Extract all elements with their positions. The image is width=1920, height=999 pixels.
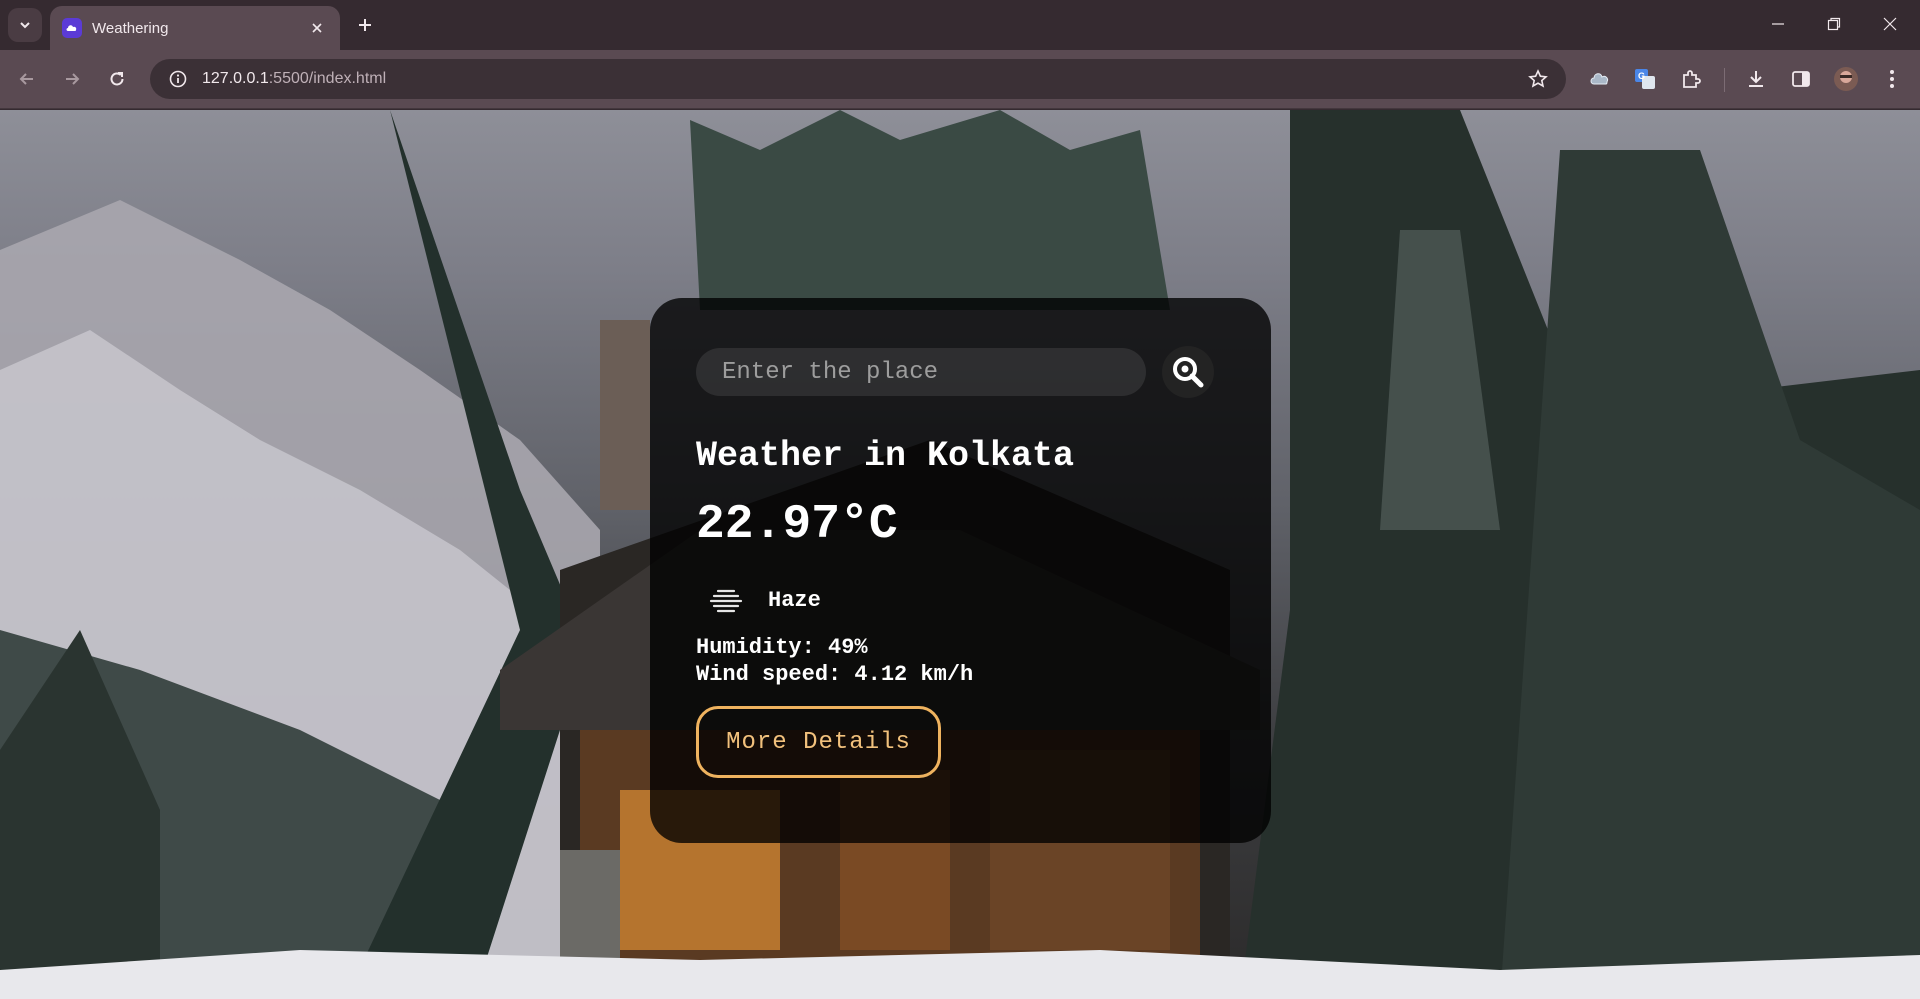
reload-button[interactable] (99, 61, 135, 97)
arrow-left-icon (19, 73, 33, 85)
forward-button[interactable] (54, 61, 90, 97)
search-row (696, 346, 1225, 398)
svg-text:G: G (1638, 71, 1645, 81)
downloads-button[interactable] (1741, 64, 1771, 94)
humidity: Humidity: 49% (696, 635, 868, 660)
side-panel-button[interactable] (1786, 64, 1816, 94)
chevron-down-icon (20, 22, 30, 29)
close-tab-button[interactable] (306, 17, 328, 39)
more-vertical-icon (1890, 70, 1894, 88)
translate-icon: G (1635, 69, 1655, 89)
reload-icon (110, 72, 124, 86)
address-bar[interactable]: 127.0.0.1:5500/index.html (150, 59, 1566, 99)
tab-search-button[interactable] (8, 8, 42, 42)
close-icon (312, 23, 322, 33)
tab-weathering[interactable]: Weathering (50, 6, 340, 50)
extension-translate-button[interactable]: G (1630, 64, 1660, 94)
avatar (1834, 67, 1858, 91)
arrow-right-icon (66, 73, 80, 85)
weather-condition: Haze (696, 578, 1225, 622)
city-heading: Weather in Kolkata (696, 436, 1075, 476)
tab-title: Weathering (92, 19, 169, 37)
temperature: 22.97°C (696, 498, 898, 552)
url-host: 127.0.0.1 (202, 70, 269, 87)
plus-icon (359, 19, 371, 31)
toolbar-separator (1724, 68, 1725, 92)
star-icon (1528, 69, 1548, 88)
site-info-icon[interactable] (164, 65, 192, 93)
url-text: 127.0.0.1:5500/index.html (202, 70, 386, 88)
weather-card: Weather in Kolkata 22.97°C Haze Humidity… (650, 298, 1271, 843)
wind-speed: Wind speed: 4.12 km/h (696, 662, 974, 687)
search-input[interactable] (696, 348, 1146, 396)
profile-button[interactable] (1831, 64, 1861, 94)
minimize-icon (1772, 23, 1784, 25)
weather-description: Haze (768, 587, 821, 613)
page-viewport: Weather in Kolkata 22.97°C Haze Humidity… (0, 110, 1920, 999)
restore-icon (1827, 17, 1841, 31)
magnifier-icon (1173, 357, 1204, 388)
restore-button[interactable] (1806, 0, 1862, 48)
more-details-button[interactable]: More Details (696, 706, 941, 778)
menu-button[interactable] (1877, 64, 1907, 94)
haze-icon (696, 578, 756, 622)
url-path: :5500/index.html (268, 70, 387, 87)
side-panel-icon (1792, 71, 1810, 87)
download-icon (1749, 71, 1763, 87)
extensions-button[interactable] (1676, 64, 1706, 94)
back-button[interactable] (9, 61, 45, 97)
tab-strip: Weathering (0, 0, 1920, 50)
cloud-extension-icon (1590, 73, 1608, 85)
minimize-button[interactable] (1750, 0, 1806, 48)
browser-toolbar: 127.0.0.1:5500/index.html G (0, 50, 1920, 109)
extension-cloud-button[interactable] (1585, 64, 1615, 94)
close-window-button[interactable] (1862, 0, 1918, 48)
cloud-icon (62, 18, 82, 38)
new-tab-button[interactable] (350, 10, 380, 40)
puzzle-icon (1683, 70, 1701, 88)
close-icon (1883, 17, 1897, 31)
search-button[interactable] (1162, 346, 1214, 398)
bookmark-button[interactable] (1524, 65, 1552, 93)
